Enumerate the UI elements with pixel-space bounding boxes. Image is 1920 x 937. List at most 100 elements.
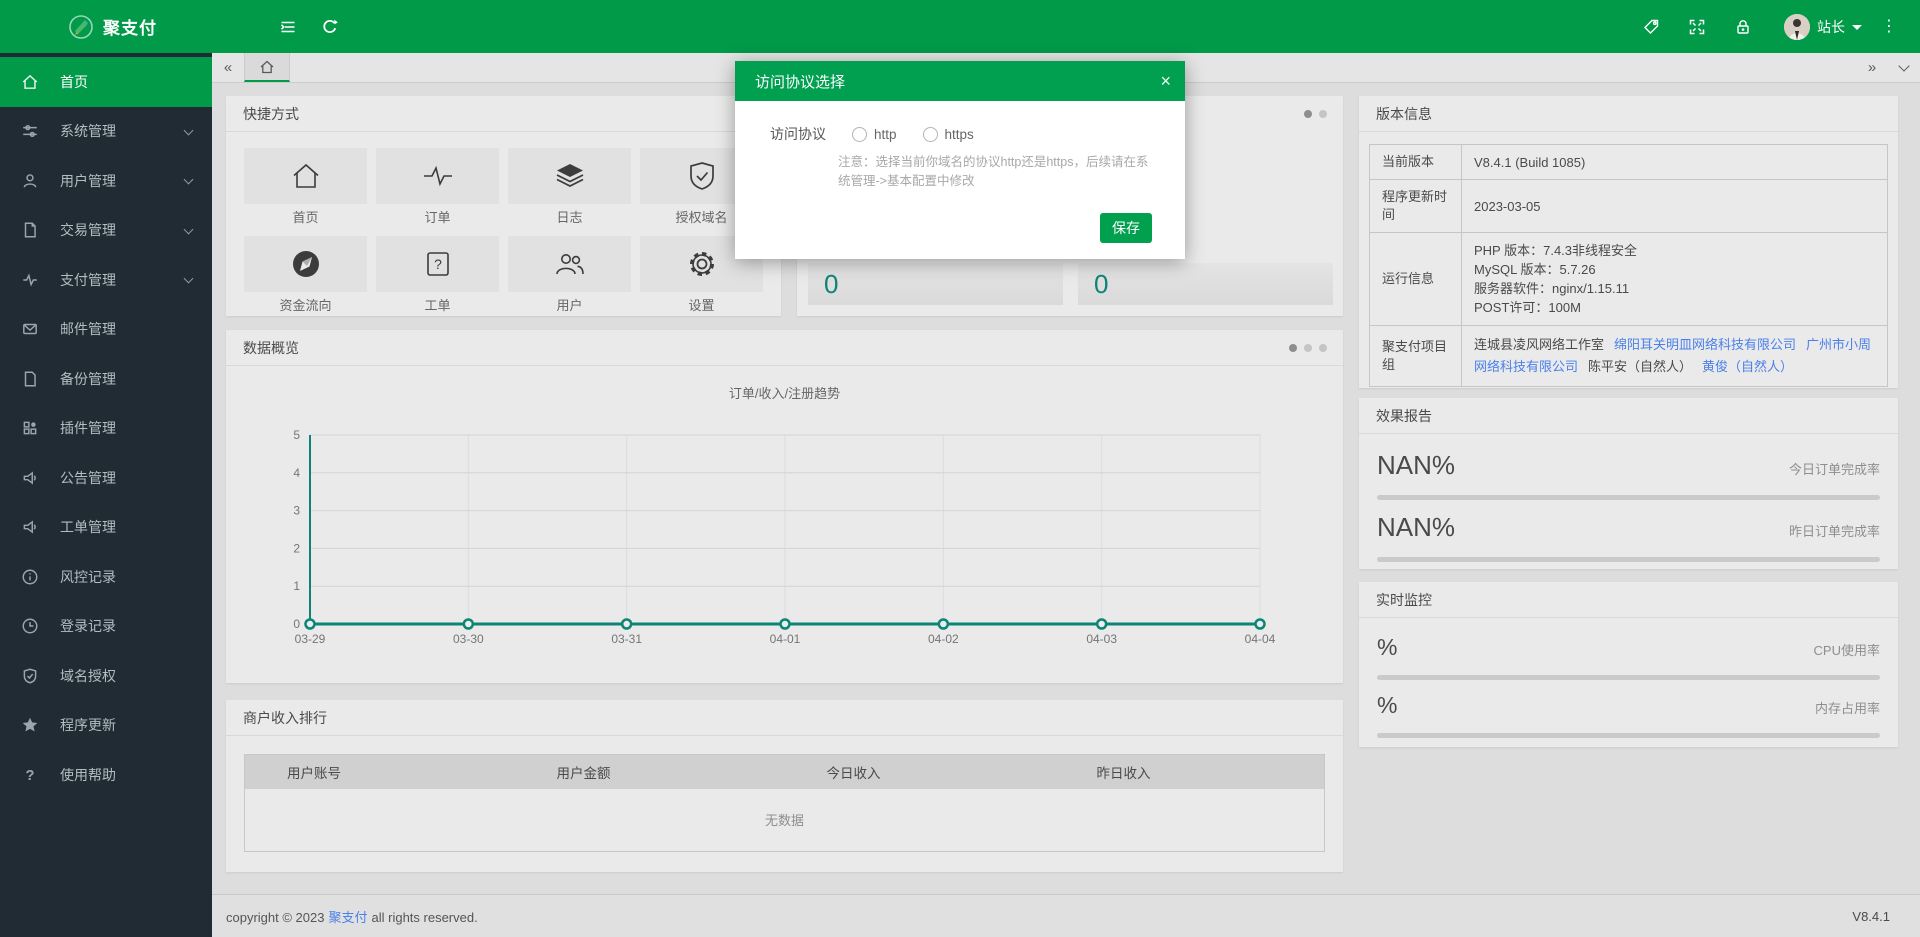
brand[interactable]: 聚支付 xyxy=(68,14,157,40)
footer-version: V8.4.1 xyxy=(1852,909,1890,924)
sidebar-item-plugins[interactable]: 插件管理 xyxy=(0,404,212,454)
save-button[interactable]: 保存 xyxy=(1100,213,1152,243)
radio-https-icon[interactable] xyxy=(923,127,938,142)
footer: copyright © 2023聚支付all rights reserved. … xyxy=(212,894,1920,937)
footer-brand-link[interactable]: 聚支付 xyxy=(328,910,367,925)
blocks-icon xyxy=(21,419,39,437)
radio-option-https[interactable]: https xyxy=(923,127,974,142)
radio-option-http[interactable]: http xyxy=(852,127,897,142)
svg-text:5: 5 xyxy=(293,428,300,442)
sidebar-item-risk-log[interactable]: 风控记录 xyxy=(0,552,212,602)
sidebar-item-label: 使用帮助 xyxy=(60,765,116,785)
menu-toggle-icon[interactable] xyxy=(269,8,307,46)
svg-text:03-31: 03-31 xyxy=(611,632,642,646)
tab-home[interactable] xyxy=(244,53,290,82)
sidebar-item-tickets[interactable]: 工单管理 xyxy=(0,503,212,553)
tabs-scroll-right[interactable]: » xyxy=(1856,53,1888,82)
tabs-scroll-left[interactable]: « xyxy=(212,53,244,82)
sidebar-item-label: 用户管理 xyxy=(60,171,116,191)
metric-label: CPU使用率 xyxy=(1814,640,1880,659)
username: 站长 xyxy=(1817,17,1845,37)
tag-icon[interactable] xyxy=(1632,8,1670,46)
stat-value: 0 xyxy=(808,263,1063,305)
sidebar-item-announcements[interactable]: 公告管理 xyxy=(0,453,212,503)
sidebar-item-login-log[interactable]: 登录记录 xyxy=(0,602,212,652)
shortcut-home[interactable]: 首页 xyxy=(244,148,367,226)
brand-title: 聚支付 xyxy=(103,14,157,39)
shortcut-tickets[interactable]: ? 工单 xyxy=(376,236,499,314)
chevron-down-icon xyxy=(184,224,194,234)
sidebar-item-payment[interactable]: 支付管理 xyxy=(0,255,212,305)
overview-carousel-dots xyxy=(1289,344,1327,352)
carousel-dot[interactable] xyxy=(1289,344,1297,352)
shortcuts-panel-title: 快捷方式 xyxy=(226,96,781,132)
sidebar-item-backup[interactable]: 备份管理 xyxy=(0,354,212,404)
sidebar-item-label: 登录记录 xyxy=(60,616,116,636)
metric-value: NAN% xyxy=(1377,512,1455,543)
compass-icon xyxy=(290,248,322,280)
modal-body: 访问协议 http https 注意：选择当前你域名的协议http还是https… xyxy=(735,101,1185,259)
progress-bar xyxy=(1377,733,1880,738)
metric-value: NAN% xyxy=(1377,450,1455,481)
sidebar-item-users[interactable]: 用户管理 xyxy=(0,156,212,206)
sidebar-item-trade[interactable]: 交易管理 xyxy=(0,206,212,256)
column-header: 今日收入 xyxy=(785,755,1055,789)
sidebar-item-label: 支付管理 xyxy=(60,270,116,290)
svg-text:03-30: 03-30 xyxy=(453,632,484,646)
lock-icon[interactable] xyxy=(1724,8,1762,46)
metric-value: % xyxy=(1377,692,1397,719)
overview-panel-title: 数据概览 xyxy=(226,330,1343,366)
column-header: 用户金额 xyxy=(515,755,785,789)
current-version-value: V8.4.1 (Build 1085) xyxy=(1462,145,1888,180)
sidebar-item-system[interactable]: 系统管理 xyxy=(0,107,212,157)
sidebar-item-label: 系统管理 xyxy=(60,121,116,141)
rocket-logo-icon xyxy=(68,14,94,40)
modal-header: 访问协议选择 × xyxy=(735,61,1185,101)
modal-note: 注意：选择当前你域名的协议http还是https，后续请在系统管理->基本配置中… xyxy=(838,153,1158,191)
close-icon[interactable]: × xyxy=(1160,72,1171,90)
empty-state: 无数据 xyxy=(245,789,1325,852)
fullscreen-icon[interactable] xyxy=(1678,8,1716,46)
home-icon xyxy=(290,160,322,192)
pulse-icon xyxy=(421,160,455,192)
sidebar-item-domain-auth[interactable]: 域名授权 xyxy=(0,651,212,701)
carousel-dot[interactable] xyxy=(1304,110,1312,118)
svg-text:03-29: 03-29 xyxy=(295,632,326,646)
sidebar: 首页 系统管理 用户管理 交易管理 支付管理 邮件管理 备份管理 插件管理 公告… xyxy=(0,53,212,937)
radio-http-icon[interactable] xyxy=(852,127,867,142)
carousel-dot[interactable] xyxy=(1304,344,1312,352)
shortcut-logs[interactable]: 日志 xyxy=(508,148,631,226)
caret-down-icon xyxy=(1852,25,1862,30)
sidebar-item-help[interactable]: ? 使用帮助 xyxy=(0,750,212,800)
carousel-dot[interactable] xyxy=(1319,344,1327,352)
sidebar-item-label: 邮件管理 xyxy=(60,319,116,339)
sliders-icon xyxy=(21,122,39,140)
stat-value: 0 xyxy=(1078,263,1333,305)
project-member-link[interactable]: 绵阳耳关明皿网络科技有限公司 xyxy=(1614,337,1796,352)
sidebar-item-label: 公告管理 xyxy=(60,468,116,488)
svg-text:3: 3 xyxy=(293,504,300,518)
tabs-more-icon[interactable] xyxy=(1888,53,1920,82)
runtime-info-value: PHP 版本：7.4.3非线程安全 MySQL 版本：5.7.26 服务器软件：… xyxy=(1462,233,1888,326)
stat-box: 0 xyxy=(1078,263,1333,305)
overview-panel: 数据概览 订单/收入/注册趋势 01234503-2903-3003-3104-… xyxy=(226,330,1343,683)
protocol-field-label: 访问协议 xyxy=(770,124,826,144)
document-icon xyxy=(21,221,39,239)
refresh-icon[interactable] xyxy=(311,8,349,46)
stat-box: 0 xyxy=(808,263,1063,305)
chevron-down-icon xyxy=(184,125,194,135)
users-icon xyxy=(553,248,587,280)
user-menu[interactable]: 站长 xyxy=(1784,14,1862,40)
sidebar-item-home[interactable]: 首页 xyxy=(0,57,212,107)
sidebar-item-update[interactable]: 程序更新 xyxy=(0,701,212,751)
shortcut-orders[interactable]: 订单 xyxy=(376,148,499,226)
kebab-menu-icon[interactable]: ⋮ xyxy=(1870,8,1908,46)
shortcut-users[interactable]: 用户 xyxy=(508,236,631,314)
carousel-dot[interactable] xyxy=(1319,110,1327,118)
shortcut-funds-flow[interactable]: 资金流向 xyxy=(244,236,367,314)
shield-check-icon xyxy=(686,160,718,192)
project-member-link[interactable]: 黄俊（自然人） xyxy=(1702,359,1793,374)
version-row-label: 程序更新时间 xyxy=(1370,180,1462,233)
sidebar-item-mail[interactable]: 邮件管理 xyxy=(0,305,212,355)
topbar: 聚支付 xyxy=(0,0,1920,53)
